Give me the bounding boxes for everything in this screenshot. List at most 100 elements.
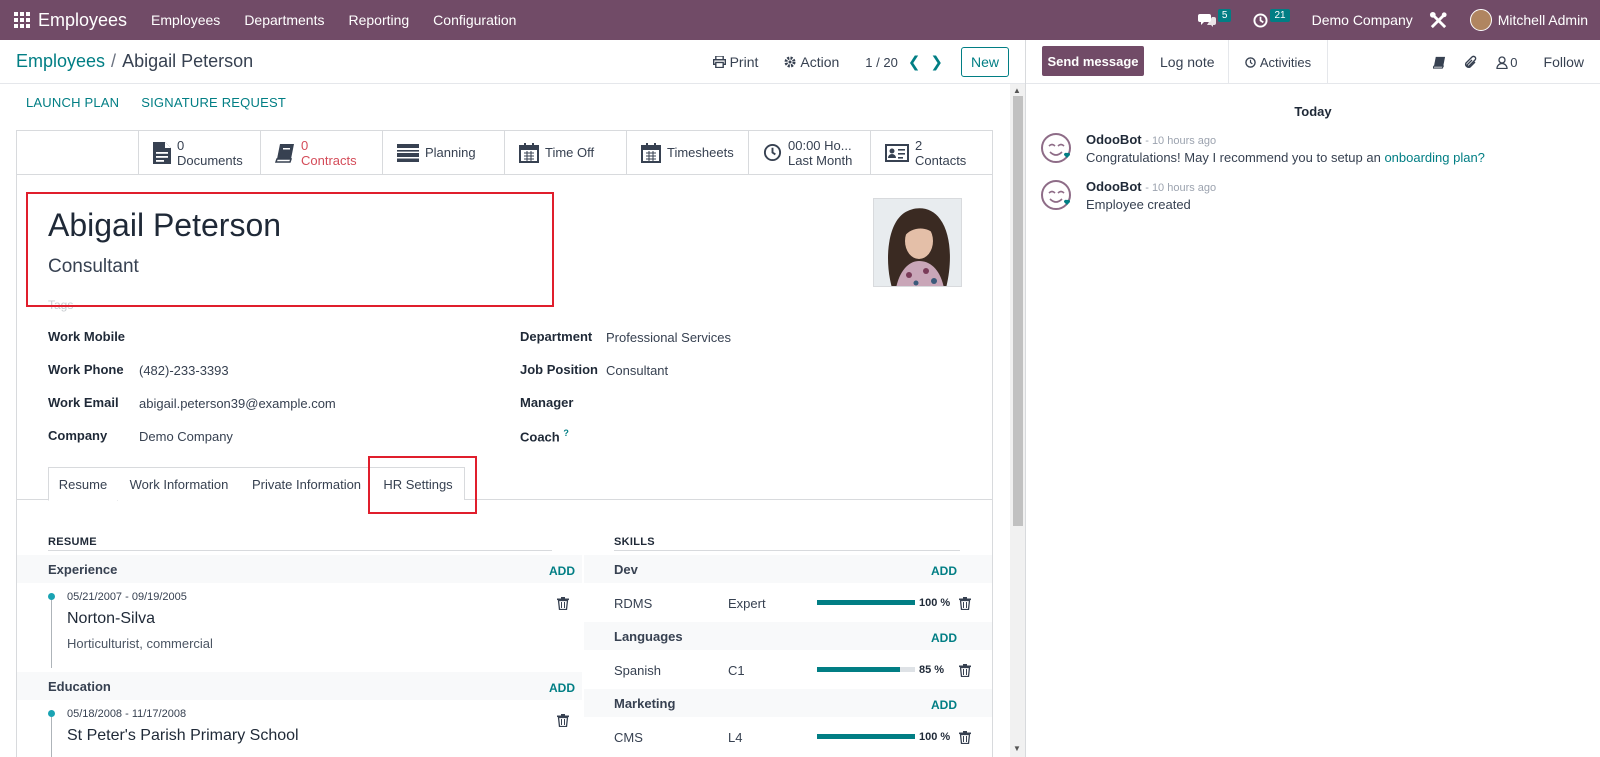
gear-icon [784, 56, 796, 68]
message-body: Employee created [1086, 197, 1191, 212]
resume-divider [48, 550, 552, 551]
contacts-label: Contacts [915, 152, 967, 168]
message-author[interactable]: OdooBot [1086, 179, 1142, 194]
follow-button[interactable]: Follow [1544, 54, 1584, 70]
add-education-button[interactable]: ADD [549, 681, 575, 695]
contracts-smart-button[interactable]: 0 Contracts [260, 131, 382, 174]
print-button[interactable]: Print [712, 54, 758, 70]
followers-button[interactable]: 0 [1496, 55, 1518, 70]
scroll-down-icon[interactable]: ▼ [1013, 744, 1021, 753]
employee-photo[interactable] [873, 198, 962, 287]
trash-icon[interactable] [959, 731, 971, 744]
knowledge-icon[interactable] [1433, 56, 1446, 69]
user-avatar[interactable] [1469, 9, 1492, 31]
menu-departments[interactable]: Departments [244, 12, 324, 28]
tab-private-information[interactable]: Private Information [241, 467, 373, 500]
attachment-icon[interactable] [1464, 55, 1478, 70]
skill-percent: 85 % [919, 664, 945, 676]
chat-icon [1197, 14, 1216, 27]
add-skill-button[interactable]: ADD [931, 631, 957, 645]
timesheets-smart-button[interactable]: Timesheets [626, 131, 748, 174]
planning-smart-button[interactable]: Planning [382, 131, 504, 174]
pager-value[interactable]: 1 / 20 [865, 55, 898, 70]
skill-row[interactable]: Spanish [614, 654, 661, 686]
book-icon [275, 143, 294, 163]
user-icon [1496, 55, 1508, 69]
contacts-smart-button[interactable]: 2 Contacts [870, 131, 992, 174]
contacts-count: 2 [915, 137, 923, 153]
form-scrollbar[interactable]: ▲ ▼ [1010, 84, 1025, 757]
documents-smart-button[interactable]: 0 Documents [138, 131, 260, 174]
skill-progress-bar [817, 667, 915, 672]
work-hours-smart-button[interactable]: 00:00 Ho... Last Month [748, 131, 870, 174]
skill-row[interactable]: RDMS [614, 587, 652, 619]
action-button[interactable]: Action [784, 54, 839, 70]
work-phone-field[interactable]: (482)-233-3393 [139, 363, 229, 378]
menu-reporting[interactable]: Reporting [348, 12, 409, 28]
scrollbar-thumb[interactable] [1013, 96, 1023, 526]
send-message-button[interactable]: Send message [1042, 46, 1144, 76]
trash-icon[interactable] [557, 714, 569, 727]
odoobot-avatar[interactable] [1040, 179, 1074, 213]
tab-resume[interactable]: Resume [48, 467, 118, 501]
skill-name: CMS [614, 729, 643, 745]
skill-progress-fill [817, 734, 915, 739]
education-group-label: Education [48, 678, 111, 694]
work-email-label: Work Email [48, 395, 119, 410]
add-experience-button[interactable]: ADD [549, 564, 575, 578]
experience-title[interactable]: Norton-Silva [67, 610, 155, 628]
activity-menu[interactable]: 21 [1253, 8, 1290, 28]
log-note-button[interactable]: Log note [1160, 54, 1215, 70]
messages-badge: 5 [1217, 8, 1232, 22]
apps-menu-icon[interactable] [0, 0, 40, 40]
tab-work-information[interactable]: Work Information [117, 467, 242, 500]
menu-configuration[interactable]: Configuration [433, 12, 516, 28]
user-menu[interactable]: Mitchell Admin [1498, 12, 1588, 28]
breadcrumb-employees[interactable]: Employees [16, 51, 105, 71]
breadcrumb: Employees / Abigail Peterson [16, 51, 253, 72]
experience-dates: 05/21/2007 - 09/19/2005 [67, 591, 187, 603]
add-skill-button[interactable]: ADD [931, 564, 957, 578]
timeline-line [51, 717, 52, 757]
name-highlight-box [26, 192, 554, 307]
pager-next-icon[interactable]: ❯ [930, 53, 943, 71]
messaging-menu[interactable]: 5 [1197, 8, 1232, 28]
department-field[interactable]: Professional Services [606, 330, 731, 345]
form-sheet: 0 Documents 0 Contracts Planning Time Off … [16, 130, 993, 757]
work-email-field[interactable]: abigail.peterson39@example.com [139, 396, 336, 411]
experience-description: Horticulturist, commercial [67, 636, 213, 651]
new-button[interactable]: New [960, 47, 1009, 77]
job-position-field[interactable]: Consultant [606, 363, 668, 378]
contracts-label: Contracts [301, 152, 357, 168]
scroll-up-icon[interactable]: ▲ [1013, 86, 1021, 95]
timeline-dot [48, 593, 55, 600]
launch-plan-button[interactable]: LAUNCH PLAN [26, 95, 119, 110]
job-position-label: Job Position [520, 362, 598, 377]
control-panel: Employees / Abigail Peterson Print Action … [0, 40, 1025, 84]
help-icon[interactable]: ? [563, 428, 569, 438]
skill-row[interactable]: CMS [614, 721, 643, 753]
skill-group-label: Marketing [614, 695, 676, 711]
trash-icon[interactable] [959, 597, 971, 610]
skill-group-label: Languages [614, 628, 683, 644]
onboarding-plan-link[interactable]: onboarding plan? [1384, 150, 1484, 165]
add-skill-button[interactable]: ADD [931, 698, 957, 712]
company-switcher[interactable]: Demo Company [1312, 12, 1413, 28]
activities-button[interactable]: Activities [1228, 40, 1328, 84]
hr-settings-highlight-box [368, 456, 477, 514]
clock-icon [763, 143, 782, 162]
education-title[interactable]: St Peter's Parish Primary School [67, 727, 299, 745]
planning-icon [397, 143, 419, 162]
print-icon [712, 56, 726, 68]
debug-tools[interactable] [1429, 11, 1448, 30]
signature-request-button[interactable]: SIGNATURE REQUEST [141, 95, 286, 110]
trash-icon[interactable] [557, 597, 569, 610]
menu-employees[interactable]: Employees [151, 12, 220, 28]
message-author[interactable]: OdooBot [1086, 132, 1142, 147]
pager-previous-icon[interactable]: ❮ [908, 53, 921, 71]
trash-icon[interactable] [959, 664, 971, 677]
app-name[interactable]: Employees [38, 10, 127, 31]
time-off-smart-button[interactable]: Time Off [504, 131, 626, 174]
company-field[interactable]: Demo Company [139, 429, 233, 444]
odoobot-avatar[interactable] [1040, 132, 1074, 166]
